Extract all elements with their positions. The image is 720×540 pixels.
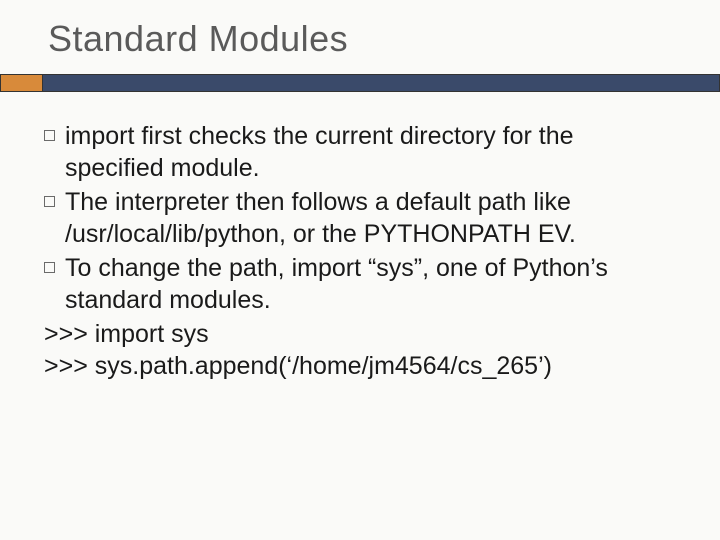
bullet-text: The interpreter then follows a default p…	[65, 186, 676, 250]
bullet-item: The interpreter then follows a default p…	[44, 186, 676, 250]
square-bullet-icon	[44, 262, 55, 273]
square-bullet-icon	[44, 196, 55, 207]
bullet-text: To change the path, import “sys”, one of…	[65, 252, 676, 316]
slide-title: Standard Modules	[0, 18, 720, 60]
bullet-text: import first checks the current director…	[65, 120, 676, 184]
slide: Standard Modules import first checks the…	[0, 0, 720, 540]
code-line: >>> sys.path.append(‘/home/jm4564/cs_265…	[44, 350, 676, 382]
bullet-item: import first checks the current director…	[44, 120, 676, 184]
content-area: import first checks the current director…	[0, 120, 720, 382]
divider	[0, 74, 720, 92]
square-bullet-icon	[44, 130, 55, 141]
accent-block	[0, 74, 42, 92]
code-line: >>> import sys	[44, 318, 676, 350]
bullet-item: To change the path, import “sys”, one of…	[44, 252, 676, 316]
divider-bar	[42, 74, 720, 92]
